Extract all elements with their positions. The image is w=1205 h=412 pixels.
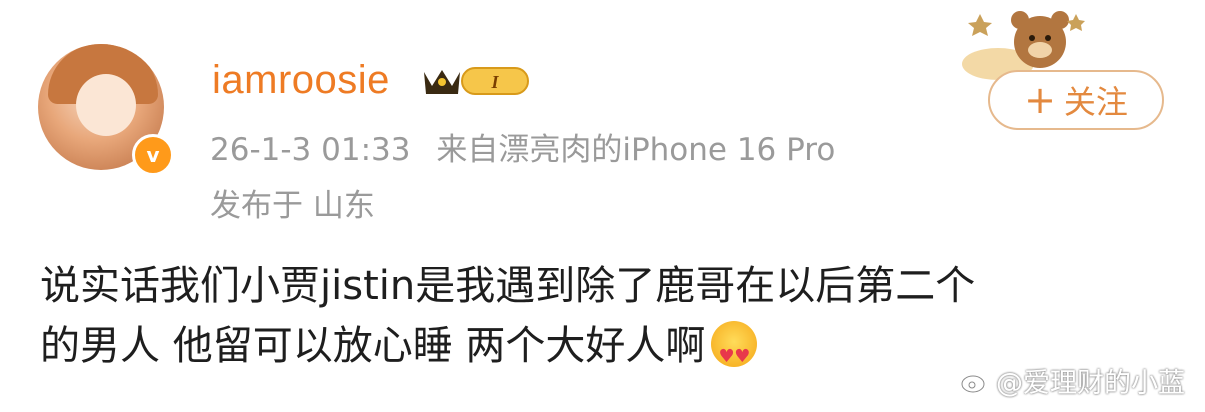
post-location: 发布于 山东 <box>210 188 375 224</box>
avatar-face <box>76 74 136 136</box>
post-body: 说实话我们小贾jistin是我遇到除了鹿哥在以后第二个 的男人 他留可以放心睡 … <box>40 256 1170 387</box>
post-source[interactable]: 来自漂亮肉的iPhone 16 Pro <box>436 132 835 168</box>
post-text-line: 的男人 他留可以放心睡 两个大好人啊 <box>40 323 706 369</box>
crown-vip-icon[interactable]: I <box>420 64 532 98</box>
follow-button[interactable]: + 关注 <box>988 70 1164 130</box>
weibo-post-card: v iamroosie I 26-1-3 01:33 来自漂亮肉的iPhone … <box>0 0 1205 412</box>
follow-label: 关注 <box>1063 83 1128 121</box>
heart-eyes-emoji-icon <box>711 321 758 387</box>
post-meta: 26-1-3 01:33 来自漂亮肉的iPhone 16 Pro <box>210 124 835 169</box>
post-text-line: 说实话我们小贾jistin是我遇到除了鹿哥在以后第二个 <box>40 263 976 309</box>
verified-badge-icon: v <box>132 134 174 176</box>
post-timestamp: 26-1-3 01:33 <box>210 132 411 168</box>
watermark: @爱理财的小蓝 <box>960 361 1185 400</box>
plus-icon: + <box>1024 78 1056 122</box>
username[interactable]: iamroosie <box>212 58 390 103</box>
weibo-logo-icon <box>960 370 988 393</box>
watermark-text: @爱理财的小蓝 <box>996 368 1185 399</box>
vip-level-label: I <box>490 72 499 92</box>
